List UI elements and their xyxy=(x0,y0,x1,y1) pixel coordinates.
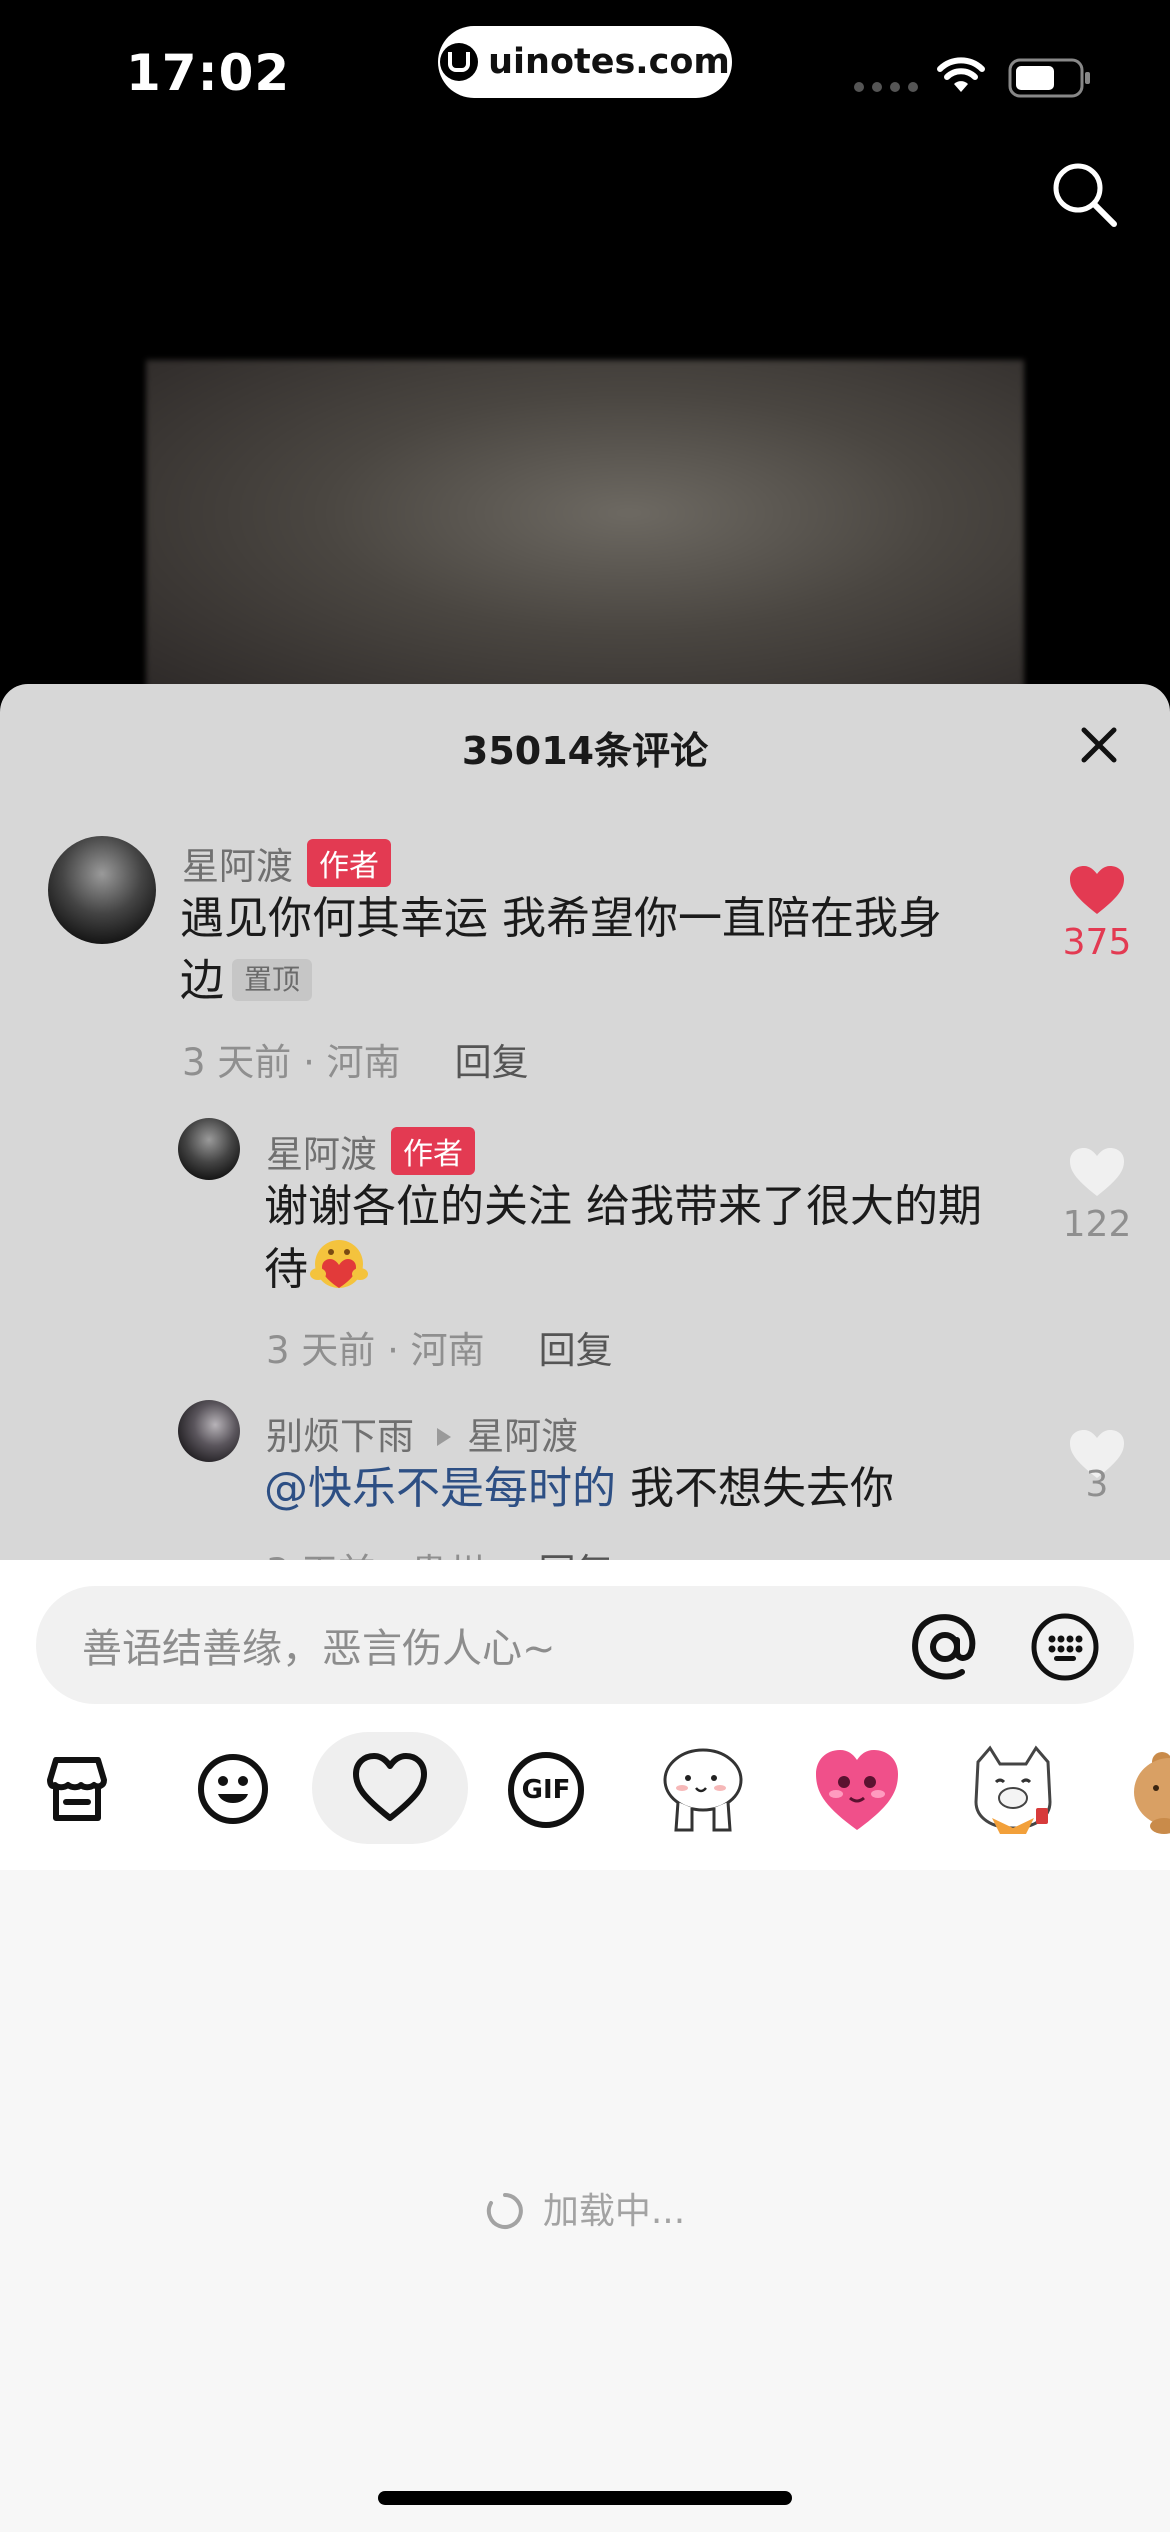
sticker-bun-icon[interactable] xyxy=(656,1742,750,1836)
comment-header: 别烦下雨 星阿渡 xyxy=(266,1406,578,1460)
sticker-cat-icon[interactable] xyxy=(966,1742,1060,1836)
home-indicator xyxy=(378,2491,792,2505)
comment-meta-row: 3 天前 · 河南 回复 xyxy=(266,1320,613,1374)
comment-meta: 3 天前 · 河南 xyxy=(266,1329,485,1372)
mention-link[interactable]: @快乐不是每时的 xyxy=(264,1463,616,1514)
heart-icon[interactable] xyxy=(352,1752,428,1824)
avatar[interactable] xyxy=(48,836,156,944)
like-count: 375 xyxy=(1062,922,1132,963)
like-heart-icon[interactable] xyxy=(1068,1146,1126,1198)
url-pill[interactable]: uinotes.com xyxy=(438,26,732,98)
reply-button[interactable]: 回复 xyxy=(455,1041,529,1084)
sticker-bear-icon[interactable] xyxy=(1120,1742,1170,1836)
comment-count-title: 35014条评论 xyxy=(461,729,709,773)
comment-text: 遇见你何其幸运 我希望你一直陪在我身 边置顶 xyxy=(180,888,1010,1012)
smiley-icon[interactable] xyxy=(196,1752,270,1826)
comment-input-placeholder: 善语结善缘，恶言伤人心~ xyxy=(82,1626,556,1672)
avatar[interactable] xyxy=(178,1400,240,1462)
comment-header: 星阿渡 作者 xyxy=(266,1124,475,1178)
close-icon[interactable] xyxy=(1076,722,1122,768)
video-preview[interactable] xyxy=(146,360,1024,700)
at-mention-icon[interactable] xyxy=(908,1610,982,1684)
url-host: uinotes.com xyxy=(488,42,730,82)
loading-indicator: 加载中... xyxy=(0,2182,1170,2234)
comment-meta: 3 天前 · 河南 xyxy=(182,1041,401,1084)
comment-text-line: 待 xyxy=(264,1244,308,1295)
pinned-badge: 置顶 xyxy=(232,959,313,1001)
loading-text: 加载中... xyxy=(542,2191,686,2232)
comment-text-line: 谢谢各位的关注 给我带来了很大的期 xyxy=(264,1181,982,1232)
comment-text: 谢谢各位的关注 给我带来了很大的期 待 xyxy=(264,1176,1024,1301)
username[interactable]: 星阿渡 xyxy=(266,1133,377,1176)
comment-text-line: 我不想失去你 xyxy=(616,1463,894,1514)
like-heart-icon[interactable] xyxy=(1068,864,1126,916)
spinner-icon xyxy=(486,2193,523,2229)
gif-icon[interactable]: GIF xyxy=(508,1752,584,1828)
battery-icon xyxy=(1008,58,1090,98)
username[interactable]: 星阿渡 xyxy=(182,845,293,888)
username[interactable]: 别烦下雨 xyxy=(266,1415,414,1458)
hug-emoji-icon xyxy=(310,1240,368,1288)
comment-header: 星阿渡 作者 xyxy=(182,836,391,890)
comment-text-line: 边 xyxy=(180,955,224,1006)
avatar[interactable] xyxy=(178,1118,240,1180)
like-count: 122 xyxy=(1062,1204,1132,1245)
reply-arrow-icon xyxy=(437,1428,452,1446)
search-icon[interactable] xyxy=(1050,160,1120,230)
comment-text: @快乐不是每时的 我不想失去你 xyxy=(264,1458,1024,1520)
reply-button[interactable]: 回复 xyxy=(539,1329,613,1372)
sticker-heart-icon[interactable] xyxy=(810,1742,904,1836)
comment-sheet: 35014条评论 星阿渡 作者 遇见你何其幸运 我希望你一直陪在我身 边置顶 3 … xyxy=(0,684,1170,1564)
comment-meta-row: 3 天前 · 河南 回复 xyxy=(182,1032,529,1086)
wifi-icon xyxy=(937,57,985,92)
author-badge: 作者 xyxy=(391,1127,475,1175)
reply-to-username[interactable]: 星阿渡 xyxy=(467,1415,578,1458)
comment-text-line: 遇见你何其幸运 我希望你一直陪在我身 xyxy=(180,893,942,944)
store-icon[interactable] xyxy=(40,1752,114,1826)
uinotes-logo-icon xyxy=(440,43,479,81)
like-count: 3 xyxy=(1085,1464,1109,1505)
keyboard-icon[interactable] xyxy=(1030,1612,1100,1682)
author-badge: 作者 xyxy=(307,839,391,887)
status-time: 17:02 xyxy=(126,44,291,102)
signal-icon xyxy=(854,82,918,92)
